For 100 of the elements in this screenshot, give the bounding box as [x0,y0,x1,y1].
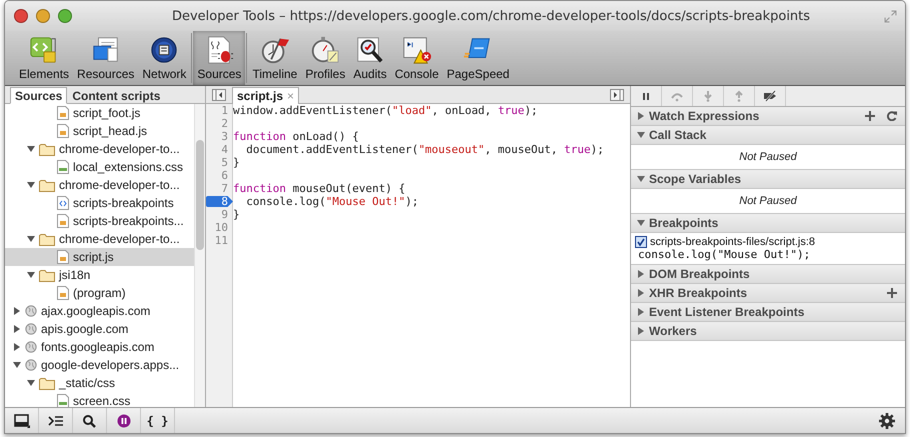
file-item[interactable]: scripts-breakpoints [5,194,194,212]
code-line: function mouseOut(event) { [233,182,406,195]
globe-icon [25,322,37,336]
collapsed-arrow-icon[interactable] [13,325,21,333]
console-icon [48,414,64,428]
toolbar-tab[interactable]: Network [138,31,190,85]
add-icon[interactable] [865,111,875,121]
status-message: Not Paused [739,151,797,163]
add-icon[interactable] [887,288,897,298]
search-icon [82,414,98,428]
section-header[interactable]: Breakpoints [631,214,905,233]
domain-item[interactable]: google-developers.apps... [5,356,194,374]
domain-item[interactable]: ajax.googleapis.com [5,302,194,320]
toggle-debugger-icon[interactable] [610,88,624,100]
file-tab[interactable]: script.js × [232,87,300,104]
expanded-arrow-icon[interactable] [13,361,21,369]
zoom-button[interactable] [58,9,72,23]
toolbar-tab[interactable]: Audits [349,31,391,85]
globe-icon [25,340,37,354]
folder-item[interactable]: chrome-developer-to... [5,140,194,158]
close-button[interactable] [14,9,28,23]
line-number: 9 [220,208,229,221]
status-message: Not Paused [739,195,797,207]
collapsed-arrow-icon [637,327,645,335]
line-number: 11 [214,234,229,247]
section-header[interactable]: Call Stack [631,126,905,145]
expanded-arrow-icon[interactable] [27,145,35,153]
section-header[interactable]: Event Listener Breakpoints [631,303,905,322]
collapsed-arrow-icon [637,112,645,120]
section-header[interactable]: DOM Breakpoints [631,265,905,284]
line-number: 2 [220,117,229,130]
toolbar-tab[interactable]: Resources [73,31,138,85]
terminal-warning-icon [402,35,432,65]
css-file-icon [57,160,69,174]
toolbar-tab[interactable]: Console [390,31,443,85]
stopwatch-icon [310,35,340,65]
expanded-arrow-icon[interactable] [27,271,35,279]
section-header[interactable]: XHR Breakpoints [631,284,905,303]
section-header[interactable]: Workers [631,322,905,341]
breakpoint-location[interactable]: scripts-breakpoints-files/script.js:8 [650,236,816,248]
line-number: 7 [220,182,229,195]
line-number: 5 [220,156,229,169]
breakpoint-code: console.log("Mouse Out!"); [637,248,812,261]
toolbar-tab[interactable]: Sources [193,31,246,85]
scrollbar-thumb[interactable] [196,140,204,250]
collapsed-arrow-icon [637,289,645,297]
script-file-icon [57,214,69,228]
code-line: function onLoad() { [233,130,359,143]
collapsed-arrow-icon[interactable] [13,307,21,315]
html-file-icon [57,196,69,210]
window-title: Developer Tools – https://developers.google.com/chrome-developer-tools/docs/scripts-breakpoints [170,8,812,24]
settings-icon[interactable] [879,412,895,428]
expanded-arrow-icon[interactable] [27,379,35,387]
collapsed-arrow-icon [637,270,645,278]
toolbar-tab[interactable]: Elements [15,31,74,85]
collapsed-arrow-icon[interactable] [13,343,21,351]
breakpoint-marker[interactable]: 8 [206,196,233,207]
toolbar-tab[interactable]: Timeline [248,31,302,85]
file-item[interactable]: script_head.js [5,122,194,140]
domain-item[interactable]: fonts.googleapis.com [5,338,194,356]
refresh-icon[interactable] [887,111,897,121]
code-line: } [233,156,240,169]
file-item[interactable]: scripts-breakpoints... [5,212,194,230]
line-number: 4 [220,143,229,156]
expanded-arrow-icon[interactable] [27,181,35,189]
script-file-icon [57,286,69,300]
collapsed-arrow-icon [637,308,645,316]
folder-icon [39,232,55,246]
folder-item[interactable]: jsi18n [5,266,194,284]
line-number: 6 [220,169,229,182]
minimize-button[interactable] [36,9,50,23]
line-number: 10 [214,221,229,234]
file-item[interactable]: script_foot.js [5,104,194,122]
code-line: } [233,208,240,221]
folder-item[interactable]: chrome-developer-to... [5,176,194,194]
toolbar-tab[interactable]: Profiles [301,31,350,85]
pause-icon [116,414,132,428]
domain-item[interactable]: apis.google.com [5,320,194,338]
file-item[interactable]: (program) [5,284,194,302]
breakpoint-checkbox[interactable] [635,236,647,248]
section-header[interactable]: Scope Variables [631,170,905,189]
toggle-navigator-icon[interactable] [212,88,226,100]
folder-item[interactable]: _static/css [5,374,194,392]
navigator-tab[interactable]: Content scripts [67,87,166,104]
folder-icon [39,142,55,156]
toolbar-tab[interactable]: PageSpeed [442,31,514,85]
section-header[interactable]: Watch Expressions [631,107,905,126]
file-item[interactable]: local_extensions.css [5,158,194,176]
expanded-arrow-icon[interactable] [27,235,35,243]
file-item[interactable]: script.js [5,248,194,266]
globe-icon [149,35,180,65]
script-file-icon [57,250,69,264]
code-line: console.log("Mouse Out!"); [245,195,418,208]
step-over-icon [670,90,684,102]
navigator-tab[interactable]: Sources [10,87,68,104]
code-line: window.addEventListener("load", onLoad, true); [233,104,538,117]
pretty-print-button[interactable]: { } [141,408,175,433]
deactivate-icon [763,90,777,102]
folder-item[interactable]: chrome-developer-to... [5,230,194,248]
expanded-arrow-icon [637,219,645,227]
